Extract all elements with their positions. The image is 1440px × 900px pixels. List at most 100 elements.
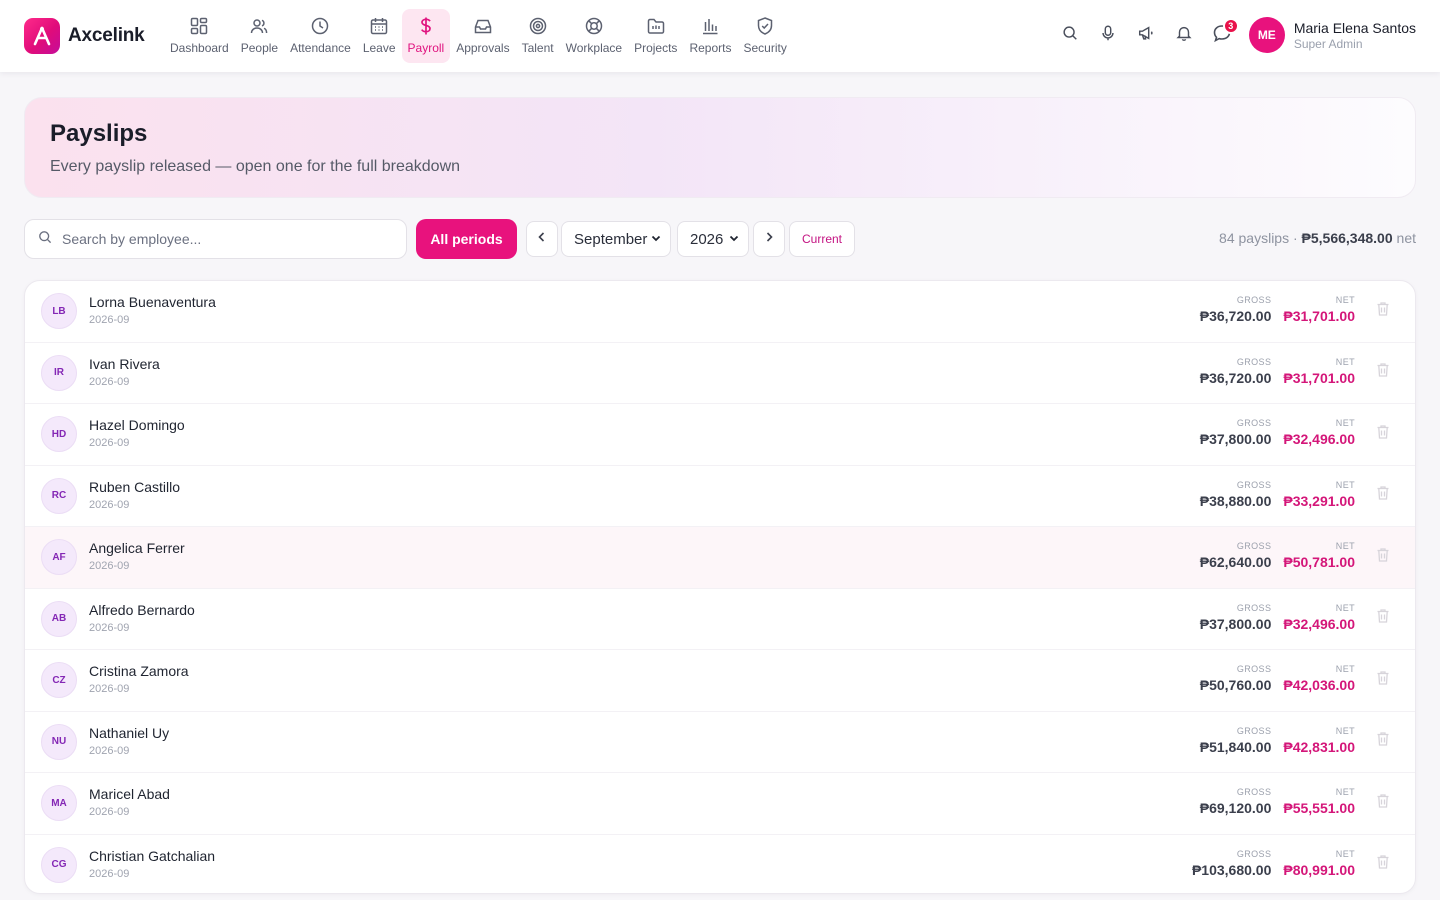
payslip-row[interactable]: LB Lorna Buenaventura 2026-09 GROSS ₱36,720.… [25, 281, 1415, 343]
delete-payslip-button[interactable] [1375, 793, 1391, 812]
payslip-row[interactable]: NU Nathaniel Uy 2026-09 GROSS ₱51,840.00 NET ₱… [25, 712, 1415, 773]
gross-label: GROSS [1236, 725, 1272, 736]
payslip-row[interactable]: RC Ruben Castillo 2026-09 GROSS ₱38,880.00 NE… [25, 466, 1415, 527]
delete-payslip-button[interactable] [1375, 363, 1391, 382]
year-value: 2026 [690, 230, 724, 248]
employee-avatar: NU [41, 723, 77, 760]
all-periods-button[interactable]: All periods [416, 219, 517, 259]
nav-item-talent[interactable]: Talent [516, 9, 560, 63]
payslip-summary: 84 payslips · ₱5,566,348.00 net [1219, 230, 1416, 246]
nav-label: Talent [521, 41, 554, 55]
payslip-amounts: GROSS ₱50,760.00 NET ₱42,036.00 [1200, 664, 1355, 693]
nav-label: Projects [634, 41, 678, 55]
nav-label: Reports [689, 41, 732, 55]
gross-amount: ₱50,760.00 [1199, 677, 1272, 693]
gross-amount-block: GROSS ₱36,720.00 [1200, 357, 1272, 386]
employee-info: Maricel Abad 2026-09 [89, 786, 170, 818]
employee-name: Alfredo Bernardo [89, 601, 195, 618]
page-header-card: Payslips Every payslip released — open o… [24, 97, 1416, 198]
trash-icon [1376, 547, 1390, 568]
gross-amount: ₱37,800.00 [1199, 615, 1272, 632]
year-select[interactable]: 2026 [677, 221, 749, 257]
payslip-row[interactable]: AF Angelica Ferrer 2026-09 GROSS ₱62,640.00 N… [25, 527, 1415, 589]
employee-name: Maricel Abad [89, 786, 170, 802]
nav-item-approvals[interactable]: Approvals [450, 9, 515, 63]
brand[interactable]: Axcelink [24, 18, 145, 54]
delete-payslip-button[interactable] [1375, 608, 1391, 629]
net-amount-block: NET ₱80,991.00 [1283, 849, 1355, 878]
chevron-down-icon [728, 231, 740, 248]
payslip-row[interactable]: CZ Cristina Zamora 2026-09 GROSS ₱50,760.00 N… [25, 650, 1415, 712]
nav-item-dashboard[interactable]: Dashboard [164, 9, 235, 63]
employee-info: Alfredo Bernardo 2026-09 [89, 602, 195, 634]
announcements-button[interactable] [1127, 16, 1165, 54]
megaphone-icon [1137, 24, 1155, 47]
nav-label: Attendance [290, 41, 351, 55]
nav-item-workplace[interactable]: Workplace [560, 9, 628, 63]
payslip-row[interactable]: MA Maricel Abad 2026-09 GROSS ₱69,120.00 NET ₱… [25, 773, 1415, 835]
nav-label: Security [743, 41, 787, 55]
axcelink-logo-icon [24, 18, 60, 54]
nav-item-projects[interactable]: Projects [628, 9, 683, 63]
payslip-row[interactable]: IR Ivan Rivera 2026-09 GROSS ₱36,720.00 NET ₱3… [25, 343, 1415, 404]
employee-info: Christian Gatchalian 2026-09 [89, 848, 215, 880]
clock-icon [309, 15, 331, 37]
next-period-button[interactable] [753, 221, 785, 257]
voice-button[interactable] [1089, 16, 1127, 54]
delete-payslip-button[interactable] [1375, 547, 1391, 568]
delete-payslip-button[interactable] [1375, 301, 1391, 322]
employee-info: Angelica Ferrer 2026-09 [89, 540, 185, 572]
payslip-row[interactable]: AB Alfredo Bernardo 2026-09 GROSS ₱37,800.00… [25, 589, 1415, 650]
delete-payslip-button[interactable] [1375, 855, 1391, 874]
gross-amount: ₱51,840.00 [1199, 738, 1272, 755]
gross-label: GROSS [1236, 787, 1272, 797]
gross-amount-block: GROSS ₱62,640.00 [1200, 541, 1272, 570]
nav-item-payroll[interactable]: Payroll [401, 9, 451, 63]
messages-button[interactable]: 3 [1203, 16, 1241, 54]
delete-payslip-button[interactable] [1375, 486, 1391, 505]
gross-amount: ₱36,720.00 [1199, 369, 1272, 386]
inbox-icon [472, 15, 494, 37]
gross-label: GROSS [1236, 541, 1272, 551]
notifications-button[interactable] [1165, 16, 1203, 54]
net-label: NET [1335, 295, 1355, 305]
pay-period: 2026-09 [89, 806, 130, 818]
user-menu[interactable]: ME Maria Elena Santos Super Admin [1248, 17, 1416, 53]
nav-item-people[interactable]: People [235, 9, 284, 63]
search-box [24, 219, 407, 259]
payslip-amounts: GROSS ₱103,680.00 NET ₱80,991.00 [1192, 849, 1355, 878]
employee-name: Christian Gatchalian [89, 847, 216, 864]
nav-item-leave[interactable]: Leave [357, 9, 402, 63]
bell-icon [1175, 24, 1193, 47]
shield-icon [754, 15, 776, 37]
payslip-row[interactable]: HD Hazel Domingo 2026-09 GROSS ₱37,800.00 NET… [25, 404, 1415, 466]
search-input[interactable] [62, 231, 382, 247]
main-nav: Dashboard People Attendance Leave Payrol… [164, 9, 793, 63]
nav-label: Approvals [456, 41, 510, 55]
payslip-row[interactable]: CG Christian Gatchalian 2026-09 GROSS ₱103,6… [25, 835, 1415, 894]
nav-label: Payroll [407, 41, 445, 55]
delete-payslip-button[interactable] [1375, 424, 1391, 443]
pay-period: 2026-09 [89, 375, 130, 388]
nav-item-reports[interactable]: Reports [683, 9, 737, 63]
employee-name: Lorna Buenaventura [89, 294, 216, 310]
employee-avatar: LB [41, 293, 77, 330]
net-label: NET [1335, 356, 1355, 367]
nav-item-security[interactable]: Security [737, 9, 792, 63]
trash-icon [1376, 301, 1390, 322]
current-period-button[interactable]: Current [789, 221, 855, 257]
employee-avatar: RC [41, 477, 77, 514]
gross-label: GROSS [1236, 479, 1272, 490]
net-label: NET [1335, 848, 1355, 859]
gross-amount: ₱69,120.00 [1199, 800, 1272, 816]
payslip-amounts: GROSS ₱37,800.00 NET ₱32,496.00 [1200, 418, 1355, 447]
delete-payslip-button[interactable] [1375, 732, 1391, 751]
search-button[interactable] [1051, 16, 1089, 54]
previous-period-button[interactable] [526, 221, 558, 257]
gross-amount: ₱37,800.00 [1199, 431, 1272, 447]
delete-payslip-button[interactable] [1375, 670, 1391, 689]
nav-item-attendance[interactable]: Attendance [284, 9, 357, 63]
month-select[interactable]: September [561, 221, 671, 257]
payslip-amounts: GROSS ₱38,880.00 NET ₱33,291.00 [1200, 480, 1355, 509]
trash-icon [1376, 608, 1390, 629]
